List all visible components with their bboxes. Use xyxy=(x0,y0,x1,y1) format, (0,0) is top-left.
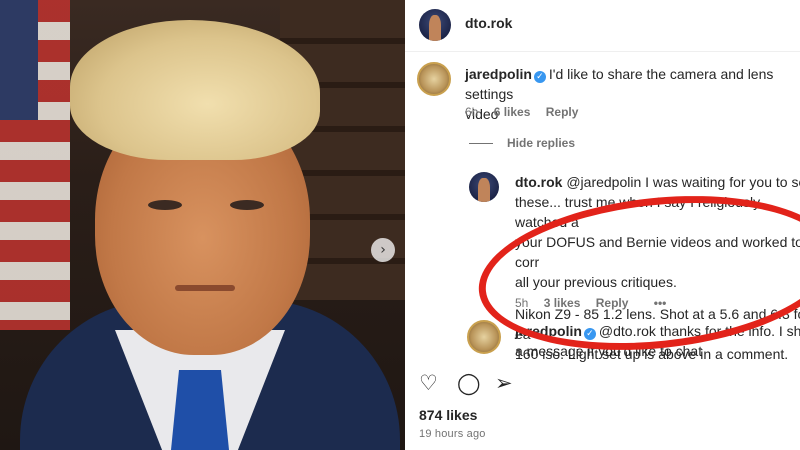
commenter-avatar[interactable] xyxy=(417,62,451,96)
comment-time: 6h xyxy=(465,105,479,119)
comment-icon[interactable]: ◯ xyxy=(457,372,481,394)
comment-meta: 6h 6 likes Reply xyxy=(465,105,590,119)
mouth xyxy=(175,285,235,291)
post-header: dto.rok xyxy=(405,0,800,52)
owner-avatar[interactable] xyxy=(419,9,451,41)
comments-panel: dto.rok jaredpolin ✓ I'd like to share the… xyxy=(405,0,800,450)
verified-badge-icon: ✓ xyxy=(533,71,546,83)
mention-link[interactable]: @dto.rok xyxy=(599,323,656,339)
reply2-text: jaredpolin ✓ @dto.rok thanks for the info.… xyxy=(515,323,800,359)
reply-meta: 5h 3 likes Reply ••• xyxy=(515,296,678,310)
reply-time: 5h xyxy=(515,296,529,310)
chevron-right-icon[interactable]: › xyxy=(371,238,395,262)
divider-line xyxy=(469,143,493,145)
flag-canton xyxy=(0,0,38,120)
right-eye xyxy=(230,200,264,210)
heart-icon[interactable]: ♡ xyxy=(419,372,441,394)
post-likes[interactable]: 874 likes xyxy=(419,407,477,423)
post-photo[interactable]: › xyxy=(0,0,405,450)
send-icon[interactable]: ➢ xyxy=(495,372,517,394)
tie xyxy=(170,370,230,450)
more-options-icon[interactable]: ••• xyxy=(654,296,667,310)
verified-badge-icon: ✓ xyxy=(583,328,596,340)
post-time: 19 hours ago xyxy=(419,428,486,440)
reply2-username[interactable]: jaredpolin xyxy=(515,323,582,339)
comment-reply-button[interactable]: Reply xyxy=(546,105,579,119)
hair xyxy=(70,20,320,160)
left-eye xyxy=(148,200,182,210)
reply-likes[interactable]: 3 likes xyxy=(544,296,581,310)
reply-avatar[interactable] xyxy=(469,172,499,202)
comment-likes[interactable]: 6 likes xyxy=(494,105,531,119)
reply-reply-button[interactable]: Reply xyxy=(596,296,629,310)
comment-username[interactable]: jaredpolin xyxy=(465,66,532,82)
hide-replies-button[interactable]: Hide replies xyxy=(469,136,575,150)
mention-link[interactable]: @jaredpolin xyxy=(566,174,641,190)
owner-username[interactable]: dto.rok xyxy=(465,15,512,31)
reply-username[interactable]: dto.rok xyxy=(515,174,562,190)
reply2-avatar[interactable] xyxy=(467,320,501,354)
